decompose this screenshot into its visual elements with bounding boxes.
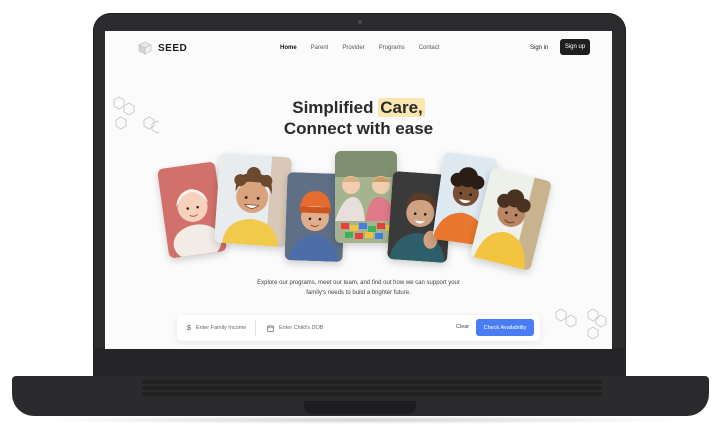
dollar-icon: $ xyxy=(187,324,191,332)
child-photo xyxy=(335,151,397,243)
webcam xyxy=(358,20,362,24)
photo-gallery xyxy=(105,31,612,349)
availability-search-bar: $ Enter Family Income Enter Child's DOB … xyxy=(177,315,540,341)
laptop-hinge xyxy=(93,348,626,378)
key-row xyxy=(142,386,602,390)
key-row xyxy=(142,380,602,384)
laptop-shadow xyxy=(30,416,693,424)
clear-button[interactable]: Clear xyxy=(456,324,469,330)
family-income-field[interactable]: $ Enter Family Income xyxy=(187,315,246,341)
child-dob-input[interactable]: Enter Child's DOB xyxy=(279,325,323,331)
trackpad-notch xyxy=(304,401,416,414)
calendar-icon xyxy=(267,324,274,332)
child-dob-field[interactable]: Enter Child's DOB xyxy=(267,315,323,341)
field-divider xyxy=(255,320,256,336)
hero-description: Explore our programs, meet our team, and… xyxy=(257,280,460,296)
child-photo xyxy=(213,152,293,248)
browser-viewport: SEED Home Parent Provider Programs Conta… xyxy=(105,31,612,349)
check-availability-button[interactable]: Check Availability xyxy=(476,319,534,336)
key-row xyxy=(142,392,602,396)
family-income-input[interactable]: Enter Family Income xyxy=(196,325,246,331)
